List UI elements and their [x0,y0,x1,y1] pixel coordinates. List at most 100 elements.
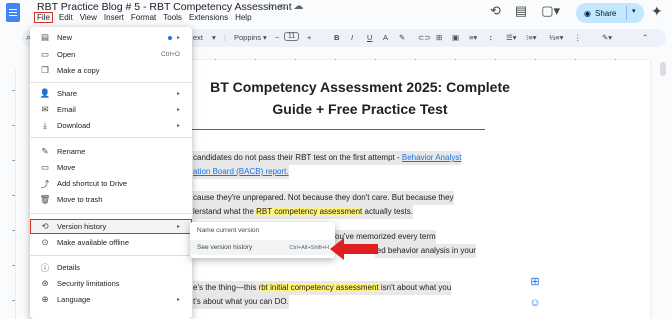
cloud-status-icon[interactable]: ☁ [293,1,308,12]
title-bar: RBT Practice Blog # 5 - RBT Competency A… [0,0,672,28]
move-folder-icon[interactable]: ▭ [279,1,293,12]
increase-font-icon[interactable]: + [307,33,311,42]
font-chevron-icon[interactable]: ▾ [263,33,267,42]
offline-icon: ⊙ [41,237,49,247]
add-person-icon: 👤 [39,88,51,98]
text-color-button[interactable]: A [383,33,388,42]
submenu-see-version-history[interactable]: See version history Ctrl+Alt+Shift+H [190,240,335,255]
annotation-arrow-icon [330,238,378,260]
add-comment-side-icon[interactable]: ⊞ [528,275,542,289]
heading-line-2: Guide + Free Practice Test [272,101,448,117]
font-size-input[interactable]: 11 [284,32,300,41]
move-folder-icon: ▭ [40,162,50,172]
document-page[interactable]: BT Competency Assessment 2025: Complete … [125,60,650,319]
chevron-right-icon: ▸ [176,35,180,41]
gemini-icon[interactable]: ✦ [651,3,663,20]
document-title[interactable]: RBT Practice Blog # 5 - RBT Competency A… [37,1,292,13]
menu-item-share[interactable]: 👤 Share ▸ [30,86,192,101]
chevron-right-icon: ▸ [176,224,180,230]
highlight-rbt-assessment: RBT competency assessment [256,207,363,216]
new-doc-icon: ▤ [40,32,50,42]
italic-button[interactable]: I [351,33,353,42]
menu-item-details[interactable]: ⓘ Details [30,260,192,275]
trash-icon: 🗑 [39,194,51,204]
paragraph-2-line-1: cause they're unprepared. Not because th… [193,191,454,205]
share-label: Share [594,8,617,18]
share-button[interactable]: ◉ Share ▾ [576,3,644,23]
menu-extensions[interactable]: Extensions [189,13,228,22]
menu-bar: File Edit View Insert Format Tools Exten… [34,12,252,23]
menu-view[interactable]: View [80,13,97,22]
decrease-font-icon[interactable]: − [275,33,279,42]
link-icon[interactable]: ⊂⊃ [418,33,431,42]
text-style-chevron-icon[interactable]: ▾ [212,33,216,42]
menu-format[interactable]: Format [131,13,156,22]
scrollbar-thumb[interactable] [660,62,666,76]
menu-item-language[interactable]: ⊕ Language ▸ [30,292,192,307]
align-icon[interactable]: ≡▾ [469,33,477,42]
underline-button[interactable]: U [367,33,372,42]
insert-image-icon[interactable]: ▣ [452,33,459,42]
menu-item-security[interactable]: ⊛ Security limitations [30,276,192,291]
checklist-icon[interactable]: ☰▾ [506,33,517,42]
docs-logo-icon[interactable] [6,3,20,22]
new-indicator-dot [168,36,172,40]
meet-icon[interactable]: ▢▾ [541,3,560,19]
comments-icon[interactable]: ▤ [515,3,527,19]
menu-item-rename[interactable]: ✎ Rename [30,144,192,159]
file-menu: ▤ New ▸ ▭ Open Ctrl+O ❐ Make a copy 👤 Share ▸ ✉… [30,27,192,319]
more-options-icon[interactable]: ⋮ [574,33,582,42]
heading-line-1: BT Competency Assessment 2025: Complete [210,79,510,95]
see-history-shortcut: Ctrl+Alt+Shift+H [289,244,329,251]
emoji-reaction-icon[interactable]: ☺ [528,296,542,310]
highlight-initial-assessment: rbt initial competency assessment [258,283,379,292]
version-history-submenu: Name current version See version history… [190,222,335,258]
paragraph-3-line-2: ied behavior analysis in your [375,244,476,258]
menu-file[interactable]: File [34,12,53,23]
menu-item-open[interactable]: ▭ Open Ctrl+O [30,47,192,62]
bold-button[interactable]: B [334,33,339,42]
numbered-list-icon[interactable]: ⅓≡▾ [549,33,563,42]
history-icon[interactable]: ⟲ [490,3,501,19]
toolbar-divider: | [224,33,226,42]
security-icon: ⊛ [41,278,49,288]
menu-item-offline[interactable]: ⊙ Make available offline [30,235,192,250]
menu-item-new[interactable]: ▤ New ▸ [30,30,192,45]
menu-insert[interactable]: Insert [104,13,124,22]
paragraph-4-line-2: t's about what you can DO. [193,295,289,309]
bacb-link[interactable]: Behavior Analyst [402,153,462,162]
document-heading: BT Competency Assessment 2025: Complete … [195,76,525,120]
menu-tools[interactable]: Tools [163,13,182,22]
menu-item-download[interactable]: ⤓ Download ▸ [30,118,192,133]
horizontal-rule [185,129,485,130]
history-icon: ⟲ [41,221,49,231]
add-comment-icon[interactable]: ⊞ [436,33,442,42]
menu-item-email[interactable]: ✉ Email ▸ [30,102,192,117]
email-icon: ✉ [41,104,49,114]
line-spacing-icon[interactable]: ↕ [489,33,493,42]
font-select[interactable]: Poppins [234,33,261,42]
bulleted-list-icon[interactable]: ⁝≡▾ [526,33,537,42]
copy-icon: ❐ [41,65,49,75]
menu-item-trash[interactable]: 🗑 Move to trash [30,192,192,207]
collapse-toolbar-icon[interactable]: ⌃ [642,33,648,42]
vertical-ruler[interactable] [8,70,16,319]
menu-edit[interactable]: Edit [59,13,73,22]
share-dropdown-icon[interactable]: ▾ [632,7,636,15]
highlight-icon[interactable]: ✎ [399,33,405,42]
header-tools: ⟲ ▤ ▢▾ [490,3,560,19]
menu-item-make-copy[interactable]: ❐ Make a copy [30,63,192,78]
menu-item-move[interactable]: ▭ Move [30,160,192,175]
bacb-link-cont[interactable]: ation Board (BACB) report. [193,167,289,176]
menu-item-version-history[interactable]: ⟲ Version history ▸ [30,219,192,234]
open-shortcut: Ctrl+O [161,51,180,58]
menu-help[interactable]: Help [235,13,251,22]
star-icon[interactable]: ☆ [265,1,279,12]
text-style-select[interactable]: ext [193,33,203,42]
drive-shortcut-icon: ⤴ [40,178,50,189]
editing-mode-icon[interactable]: ✎▾ [602,33,612,42]
menu-item-add-shortcut[interactable]: ⤴ Add shortcut to Drive [30,176,192,191]
chevron-right-icon: ▸ [176,107,180,113]
submenu-name-current-version[interactable]: Name current version [190,223,335,238]
title-actions: ☆▭☁ [265,1,308,12]
